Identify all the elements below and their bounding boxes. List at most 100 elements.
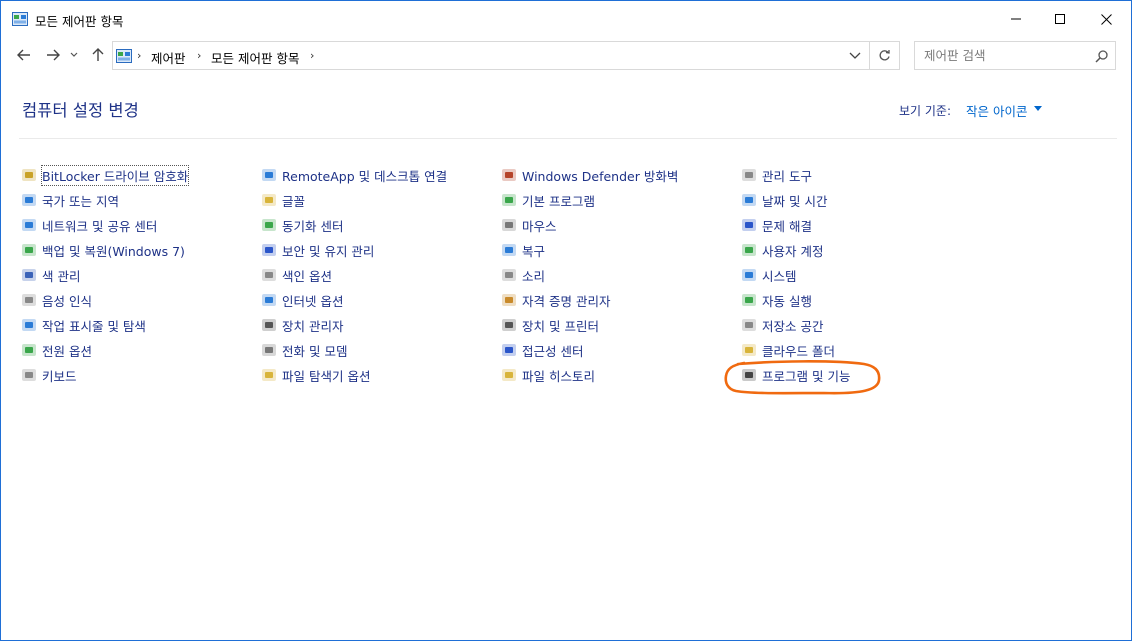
speaker-icon <box>502 269 516 281</box>
cp-item-indexing[interactable]: 색인 옵션 <box>261 265 332 285</box>
breadcrumb-separator-icon[interactable]: › <box>197 49 201 62</box>
cp-item-label: 소리 <box>522 268 546 284</box>
cp-item-taskbar[interactable]: 작업 표시줄 및 탐색 <box>21 315 146 335</box>
breadcrumb-control-panel[interactable]: 제어판 <box>151 48 186 67</box>
cp-item-admin-tools[interactable]: 관리 도구 <box>741 165 812 185</box>
admin-tools-icon <box>742 169 756 181</box>
page-title: 컴퓨터 설정 변경 <box>22 101 139 120</box>
view-by-dropdown[interactable]: 작은 아이콘 <box>966 101 1027 120</box>
cp-item-label: 자격 증명 관리자 <box>522 293 611 309</box>
caret-down-icon[interactable] <box>1034 106 1042 111</box>
cp-item-firewall[interactable]: Windows Defender 방화벽 <box>501 165 678 185</box>
search-icon[interactable] <box>1095 49 1109 63</box>
breadcrumb-separator-icon[interactable]: › <box>310 49 314 62</box>
cp-item-label: 백업 및 복원(Windows 7) <box>42 243 185 259</box>
cp-item-bitlocker[interactable]: BitLocker 드라이브 암호화 <box>21 164 190 186</box>
cp-item-file-history[interactable]: 파일 히스토리 <box>501 365 595 385</box>
cp-item-label: 자동 실행 <box>762 293 812 309</box>
cp-item-label: Windows Defender 방화벽 <box>522 168 679 184</box>
cp-item-globe[interactable]: 국가 또는 지역 <box>21 190 119 210</box>
bitlocker-icon <box>22 169 36 181</box>
cp-item-troubleshoot[interactable]: 문제 해결 <box>741 215 812 235</box>
cp-item-internet[interactable]: 인터넷 옵션 <box>261 290 343 310</box>
cp-item-label: 장치 및 프린터 <box>522 318 599 334</box>
refresh-button[interactable] <box>870 41 900 70</box>
cp-item-backup[interactable]: 백업 및 복원(Windows 7) <box>21 240 185 260</box>
recent-locations-button[interactable] <box>67 45 81 65</box>
backup-icon <box>22 244 36 256</box>
cp-item-keyboard[interactable]: 키보드 <box>21 365 77 385</box>
minimize-button[interactable] <box>993 1 1039 37</box>
cp-item-speaker[interactable]: 소리 <box>501 265 545 285</box>
close-button[interactable] <box>1083 1 1129 37</box>
cp-item-storage[interactable]: 저장소 공간 <box>741 315 823 335</box>
cp-item-work-folders[interactable]: 클라우드 폴더 <box>741 340 835 360</box>
cp-item-label: 색 관리 <box>42 268 81 284</box>
cp-item-label: RemoteApp 및 데스크톱 연결 <box>282 168 448 184</box>
firewall-icon <box>502 169 516 181</box>
cp-item-users[interactable]: 사용자 계정 <box>741 240 823 260</box>
folder-options-icon <box>262 369 276 381</box>
cp-item-system[interactable]: 시스템 <box>741 265 797 285</box>
cp-item-label: 사용자 계정 <box>762 243 824 259</box>
cp-item-label: 작업 표시줄 및 탐색 <box>42 318 146 334</box>
cp-item-network[interactable]: 네트워크 및 공유 센터 <box>21 215 157 235</box>
cp-item-microphone[interactable]: 음성 인식 <box>21 290 92 310</box>
back-button[interactable] <box>14 45 34 65</box>
maximize-button[interactable] <box>1037 1 1083 37</box>
cp-item-printer[interactable]: 장치 및 프린터 <box>501 315 599 335</box>
cp-item-device-manager[interactable]: 장치 관리자 <box>261 315 343 335</box>
cp-item-recovery[interactable]: 복구 <box>501 240 545 260</box>
phone-icon <box>262 344 276 356</box>
cp-item-sync[interactable]: 동기화 센터 <box>261 215 343 235</box>
cp-item-label: 네트워크 및 공유 센터 <box>42 218 158 234</box>
arrow-left-icon <box>17 49 30 61</box>
cp-item-label: 동기화 센터 <box>282 218 344 234</box>
cp-item-mouse[interactable]: 마우스 <box>501 215 557 235</box>
cp-item-label: 기본 프로그램 <box>522 193 595 209</box>
cp-item-remoteapp[interactable]: RemoteApp 및 데스크톱 연결 <box>261 165 447 185</box>
cp-item-color-management[interactable]: 색 관리 <box>21 265 80 285</box>
work-folders-icon <box>742 344 756 356</box>
address-bar[interactable]: › 제어판 › 모든 제어판 항목 › <box>112 41 870 70</box>
cp-item-font[interactable]: 글꼴 <box>261 190 305 210</box>
cp-item-label: 국가 또는 지역 <box>42 193 119 209</box>
cp-item-label: 날짜 및 시간 <box>762 193 828 209</box>
cp-item-label: 전화 및 모뎀 <box>282 343 348 359</box>
microphone-icon <box>22 294 36 306</box>
chevron-down-icon[interactable] <box>847 50 863 62</box>
cp-item-phone[interactable]: 전화 및 모뎀 <box>261 340 347 360</box>
cp-item-accessibility[interactable]: 접근성 센터 <box>501 340 583 360</box>
cp-item-label: 인터넷 옵션 <box>282 293 344 309</box>
maximize-icon <box>1055 14 1065 24</box>
cp-item-folder-options[interactable]: 파일 탐색기 옵션 <box>261 365 370 385</box>
credential-icon <box>502 294 516 306</box>
cp-item-label: 음성 인식 <box>42 293 92 309</box>
sync-icon <box>262 219 276 231</box>
up-button[interactable] <box>88 45 108 65</box>
view-by-label: 보기 기준: <box>899 104 952 118</box>
mouse-icon <box>502 219 516 231</box>
cp-item-autoplay[interactable]: 자동 실행 <box>741 290 812 310</box>
search-input[interactable] <box>915 42 1090 69</box>
breadcrumb-separator-icon[interactable]: › <box>137 49 141 62</box>
cp-item-credential[interactable]: 자격 증명 관리자 <box>501 290 610 310</box>
title-bar[interactable]: 모든 제어판 항목 <box>1 1 1131 37</box>
cp-item-label: 장치 관리자 <box>282 318 344 334</box>
breadcrumb-all-items[interactable]: 모든 제어판 항목 <box>211 48 299 67</box>
cp-item-label: 클라우드 폴더 <box>762 343 835 359</box>
cp-item-flag[interactable]: 보안 및 유지 관리 <box>261 240 374 260</box>
cp-item-label: 문제 해결 <box>762 218 812 234</box>
forward-button[interactable] <box>43 45 63 65</box>
cp-item-label: 마우스 <box>522 218 557 234</box>
flag-icon <box>262 244 276 256</box>
clock-icon <box>742 194 756 206</box>
cp-item-power[interactable]: 전원 옵션 <box>21 340 92 360</box>
power-icon <box>22 344 36 356</box>
minimize-icon <box>1011 18 1021 20</box>
window-title: 모든 제어판 항목 <box>35 14 124 29</box>
cp-item-label: 보안 및 유지 관리 <box>282 243 375 259</box>
cp-item-clock[interactable]: 날짜 및 시간 <box>741 190 827 210</box>
search-box[interactable] <box>914 41 1116 70</box>
cp-item-default-programs[interactable]: 기본 프로그램 <box>501 190 595 210</box>
